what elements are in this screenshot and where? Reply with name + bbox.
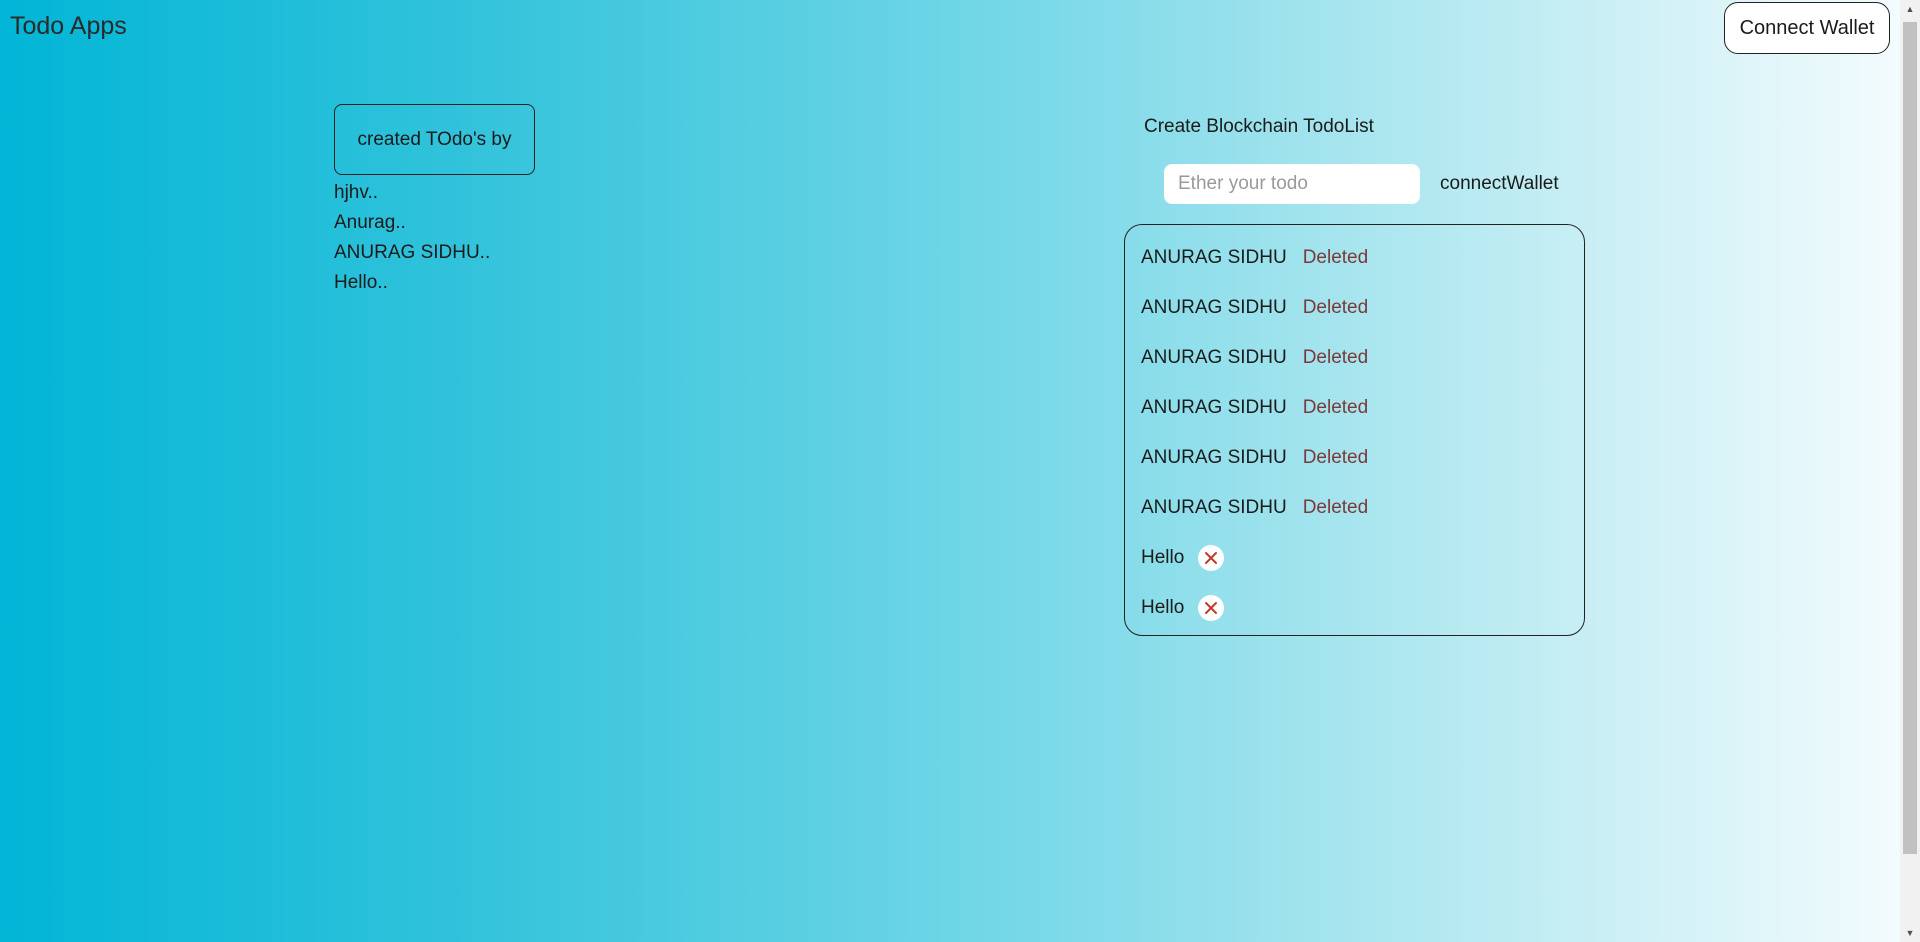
todo-status-deleted: Deleted: [1302, 497, 1369, 518]
close-icon: [1205, 552, 1218, 564]
close-icon: [1205, 602, 1218, 614]
scroll-down-arrow-icon[interactable]: ▼: [1900, 924, 1920, 942]
connect-wallet-link[interactable]: connectWallet: [1440, 173, 1559, 195]
todo-item: ANURAG SIDHU Deleted: [1125, 283, 1584, 333]
create-todo-heading: Create Blockchain TodoList: [1144, 116, 1374, 137]
todo-item: ANURAG SIDHU Deleted: [1125, 383, 1584, 433]
created-by-item: Anurag..: [334, 212, 406, 233]
todo-status-deleted: Deleted: [1302, 347, 1369, 368]
created-by-list: hjhv.. Anurag.. ANURAG SIDHU.. Hello..: [334, 178, 490, 298]
todo-item: ANURAG SIDHU Deleted: [1125, 433, 1584, 483]
todo-text: ANURAG SIDHU: [1141, 247, 1287, 268]
delete-todo-button[interactable]: [1198, 595, 1225, 621]
todo-list: ANURAG SIDHU Deleted ANURAG SIDHU Delete…: [1124, 224, 1585, 636]
todo-status-deleted: Deleted: [1302, 247, 1369, 268]
todo-item: Hello: [1125, 583, 1584, 633]
todo-status-deleted: Deleted: [1302, 297, 1369, 318]
created-by-item: Hello..: [334, 272, 388, 293]
todo-text: ANURAG SIDHU: [1141, 297, 1287, 318]
todo-text: ANURAG SIDHU: [1141, 347, 1287, 368]
scroll-up-arrow-icon[interactable]: ▲: [1900, 0, 1920, 18]
todo-item: ANURAG SIDHU Deleted: [1125, 233, 1584, 283]
todo-item: ANURAG SIDHU Deleted: [1125, 483, 1584, 533]
connect-wallet-button[interactable]: Connect Wallet: [1724, 2, 1890, 54]
todo-input[interactable]: [1164, 164, 1420, 204]
app-title: Todo Apps: [10, 12, 127, 40]
created-by-item: ANURAG SIDHU..: [334, 242, 491, 263]
todo-item: Hello: [1125, 533, 1584, 583]
delete-todo-button[interactable]: [1198, 545, 1225, 571]
todo-text: Hello: [1141, 547, 1185, 568]
todo-status-deleted: Deleted: [1302, 447, 1369, 468]
todo-text: ANURAG SIDHU: [1141, 397, 1287, 418]
todo-text: ANURAG SIDHU: [1141, 497, 1287, 518]
todo-item: ANURAG SIDHU Deleted: [1125, 333, 1584, 383]
vertical-scrollbar[interactable]: ▲ ▼: [1900, 0, 1920, 942]
todo-text: Hello: [1141, 597, 1185, 618]
scrollbar-thumb[interactable]: [1903, 22, 1917, 854]
todo-text: ANURAG SIDHU: [1141, 447, 1287, 468]
app-background: Todo Apps Connect Wallet created TOdo's …: [0, 0, 1900, 942]
todo-status-deleted: Deleted: [1302, 397, 1369, 418]
created-by-box: created TOdo's by: [334, 104, 535, 175]
created-by-item: hjhv..: [334, 182, 379, 203]
